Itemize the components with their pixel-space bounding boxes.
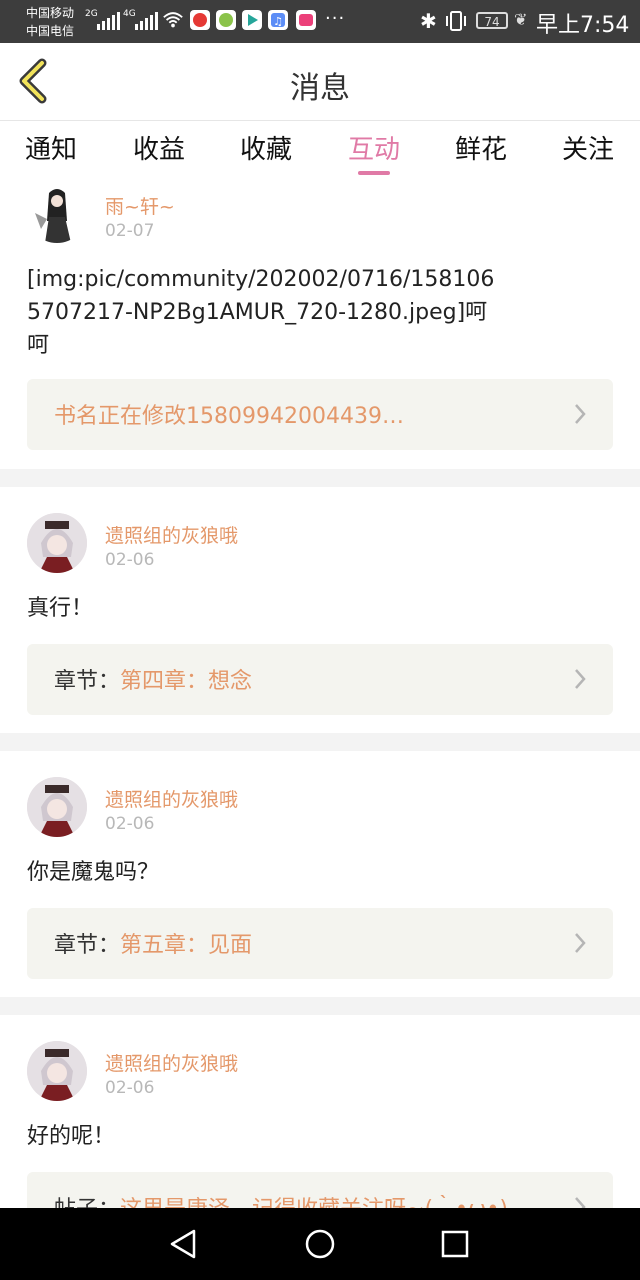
link-prefix: 章节： (54, 669, 121, 694)
list-item: 雨~轩~ 02-07 [img:pic/community/202002/071… (0, 179, 640, 469)
link-prefix: 帖子： (54, 1197, 120, 1208)
tab-favorites[interactable]: 收藏 (221, 129, 311, 166)
list-item: 遗照组的灰狼哦 02-06 好的呢！ 帖子：这里是唐泽，记得收藏关注呀~(｀•ω… (0, 1015, 640, 1208)
message-date: 02-07 (105, 221, 155, 241)
message-date: 02-06 (105, 814, 155, 834)
username[interactable]: 雨~轩~ (105, 192, 175, 219)
status-clock: 早上7:54 (536, 13, 630, 38)
username[interactable]: 遗照组的灰狼哦 (105, 521, 238, 548)
book-link-box[interactable]: 书名正在修改15809942004439… (27, 379, 613, 450)
bluetooth-icon: ✱ (420, 9, 437, 33)
app-notification-icon-2 (216, 10, 236, 30)
play-store-icon (242, 10, 262, 30)
tab-notifications[interactable]: 通知 (6, 129, 96, 166)
avatar[interactable] (27, 513, 87, 573)
message-content: 真行！ (27, 596, 94, 621)
chapter-link-box[interactable]: 章节：第四章：想念 (27, 644, 613, 715)
chevron-right-icon (575, 404, 586, 424)
signal-type-1: 2G (85, 9, 98, 19)
system-nav-bar (0, 1208, 640, 1280)
link-target-text: 章节：第五章：见面 (54, 927, 252, 959)
nav-back-button[interactable] (168, 1228, 198, 1260)
avatar[interactable] (27, 1041, 87, 1101)
message-list: 雨~轩~ 02-07 [img:pic/community/202002/071… (0, 179, 640, 1208)
wifi-icon (163, 12, 183, 28)
more-notifications-icon: ··· (325, 8, 346, 29)
section-divider (0, 733, 640, 751)
avatar[interactable] (27, 777, 87, 837)
section-divider (0, 997, 640, 1015)
page-title: 消息 (290, 71, 350, 106)
chapter-link-box[interactable]: 章节：第五章：见面 (27, 908, 613, 979)
nav-home-button[interactable] (304, 1228, 336, 1260)
message-content: [img:pic/community/202002/0716/158106570… (27, 267, 495, 358)
message-date: 02-06 (105, 1078, 155, 1098)
link-title: 第四章：想念 (120, 669, 253, 694)
status-bar: 中国移动 中国电信 2G 4G ♫ ··· ✱ 74 ❦ 早上7:54 (0, 0, 640, 43)
carrier-2: 中国电信 (26, 24, 75, 38)
username[interactable]: 遗照组的灰狼哦 (105, 1049, 238, 1076)
tab-interactions[interactable]: 互动 (329, 129, 419, 166)
link-title: 这里是唐泽，记得收藏关注呀~(｀•ω•) (120, 1197, 508, 1208)
link-target-text: 章节：第四章：想念 (54, 663, 252, 695)
active-tab-indicator (358, 171, 390, 175)
app-notification-icon-3 (296, 10, 316, 30)
link-title: 第五章：见面 (120, 933, 253, 958)
link-target-text: 书名正在修改15809942004439… (54, 398, 404, 430)
signal-bars-2-icon (135, 10, 158, 30)
power-saving-leaf-icon: ❦ (514, 10, 528, 29)
avatar[interactable] (27, 183, 87, 243)
app-notification-icon-1 (190, 10, 210, 30)
vibrate-icon (446, 11, 466, 31)
nav-recents-button[interactable] (441, 1230, 469, 1258)
list-item: 遗照组的灰狼哦 02-06 你是魔鬼吗？ 章节：第五章：见面 (0, 751, 640, 997)
carrier-labels: 中国移动 中国电信 (26, 4, 74, 40)
music-app-icon: ♫ (268, 10, 288, 30)
link-target-text: 帖子：这里是唐泽，记得收藏关注呀~(｀•ω•) (54, 1191, 508, 1208)
chevron-right-icon (575, 933, 586, 953)
tab-earnings[interactable]: 收益 (114, 129, 204, 166)
post-link-box[interactable]: 帖子：这里是唐泽，记得收藏关注呀~(｀•ω•) (27, 1172, 613, 1208)
tab-flowers[interactable]: 鲜花 (436, 129, 526, 166)
message-content: 你是魔鬼吗？ (27, 860, 160, 885)
carrier-1: 中国移动 (26, 6, 75, 20)
username[interactable]: 遗照组的灰狼哦 (105, 785, 238, 812)
message-content: 好的呢！ (27, 1124, 116, 1149)
section-divider (0, 469, 640, 487)
link-prefix: 章节： (54, 933, 121, 958)
top-app-bar: 消息 (0, 43, 640, 121)
message-tabs: 通知 收益 收藏 互动 鲜花 关注 (0, 121, 640, 179)
message-date: 02-06 (105, 550, 155, 570)
battery-level: 74 (476, 12, 508, 29)
tab-follows[interactable]: 关注 (543, 129, 633, 166)
svg-text:♫: ♫ (273, 15, 283, 28)
chevron-right-icon (575, 669, 586, 689)
link-title: 书名正在修改15809942004439… (54, 404, 404, 429)
chevron-right-icon (575, 1197, 586, 1208)
list-item: 遗照组的灰狼哦 02-06 真行！ 章节：第四章：想念 (0, 487, 640, 733)
signal-type-2: 4G (123, 9, 136, 19)
signal-bars-1-icon (97, 10, 120, 30)
